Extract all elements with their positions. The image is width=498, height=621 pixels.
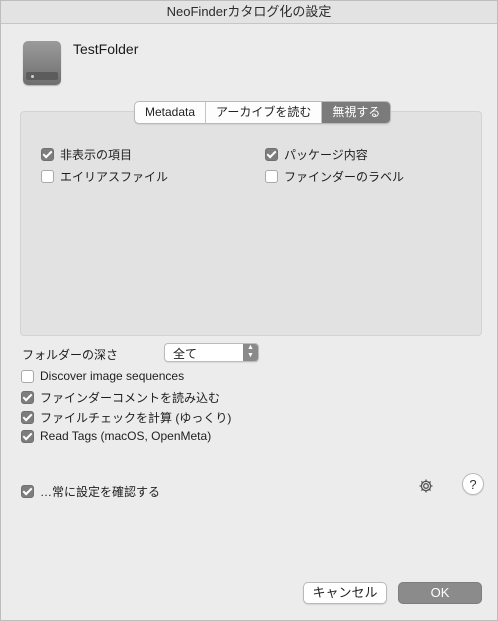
help-button[interactable]: ? bbox=[462, 473, 484, 495]
checkbox-label: エイリアスファイル bbox=[60, 170, 169, 184]
tab-read-archives[interactable]: アーカイブを読む bbox=[206, 102, 323, 123]
gear-icon[interactable] bbox=[418, 478, 434, 494]
folder-depth-select[interactable]: 全て ▲ ▼ bbox=[164, 343, 259, 362]
tab-metadata[interactable]: Metadata bbox=[135, 102, 207, 123]
drive-led bbox=[31, 75, 34, 78]
checkbox-label: ファイルチェックを計算 (ゆっくり) bbox=[40, 411, 232, 425]
catalog-settings-window: NeoFinderカタログ化の設定 TestFolder 非表示の項目 パッケー… bbox=[0, 0, 498, 621]
help-icon: ? bbox=[469, 476, 477, 492]
checkbox-label: Read Tags (macOS, OpenMeta) bbox=[40, 429, 212, 443]
checkbox-label: …常に設定を確認する bbox=[40, 485, 161, 499]
discover-image-sequences-checkbox[interactable]: Discover image sequences bbox=[21, 369, 184, 383]
checkbox-label: Discover image sequences bbox=[40, 369, 185, 383]
calculate-file-checksum-checkbox[interactable]: ファイルチェックを計算 (ゆっくり) bbox=[21, 409, 231, 426]
tab-ignore[interactable]: 無視する bbox=[322, 102, 391, 123]
ok-button[interactable]: OK bbox=[398, 582, 482, 604]
folder-depth-label: フォルダーの深さ bbox=[22, 348, 119, 362]
cancel-button[interactable]: キャンセル bbox=[303, 582, 387, 604]
package-contents-checkbox[interactable]: パッケージ内容 bbox=[265, 146, 368, 163]
checkbox-label: 非表示の項目 bbox=[60, 148, 133, 162]
read-tags-checkbox[interactable]: Read Tags (macOS, OpenMeta) bbox=[21, 429, 211, 443]
checkbox-box[interactable] bbox=[21, 485, 34, 498]
chevron-updown-icon: ▲ ▼ bbox=[243, 344, 258, 361]
folder-depth-value: 全て bbox=[173, 347, 198, 361]
checkbox-box[interactable] bbox=[21, 429, 34, 443]
settings-tab-bar: Metadata アーカイブを読む 無視する bbox=[134, 101, 392, 124]
checkbox-label: ファインダーのラベル bbox=[284, 170, 405, 184]
ignore-settings-panel: 非表示の項目 パッケージ内容 エイリアスファイル ファインダーのラベル bbox=[20, 111, 482, 336]
external-drive-icon bbox=[23, 41, 61, 85]
checkbox-label: ファインダーコメントを読み込む bbox=[40, 391, 221, 405]
checkbox-box[interactable] bbox=[21, 391, 34, 404]
checkbox-box[interactable] bbox=[265, 148, 278, 161]
checkbox-box[interactable] bbox=[21, 411, 34, 424]
always-confirm-settings-checkbox[interactable]: …常に設定を確認する bbox=[21, 483, 160, 500]
checkbox-label: パッケージ内容 bbox=[284, 148, 368, 162]
window-title: NeoFinderカタログ化の設定 bbox=[1, 1, 497, 24]
folder-name: TestFolder bbox=[73, 41, 139, 57]
alias-files-checkbox[interactable]: エイリアスファイル bbox=[41, 168, 168, 185]
checkbox-box[interactable] bbox=[21, 369, 34, 383]
read-finder-comments-checkbox[interactable]: ファインダーコメントを読み込む bbox=[21, 389, 220, 406]
finder-labels-checkbox[interactable]: ファインダーのラベル bbox=[265, 168, 404, 185]
checkbox-box[interactable] bbox=[41, 148, 54, 161]
hidden-items-checkbox[interactable]: 非表示の項目 bbox=[41, 146, 132, 163]
checkbox-box[interactable] bbox=[41, 170, 54, 183]
checkbox-box[interactable] bbox=[265, 170, 278, 183]
